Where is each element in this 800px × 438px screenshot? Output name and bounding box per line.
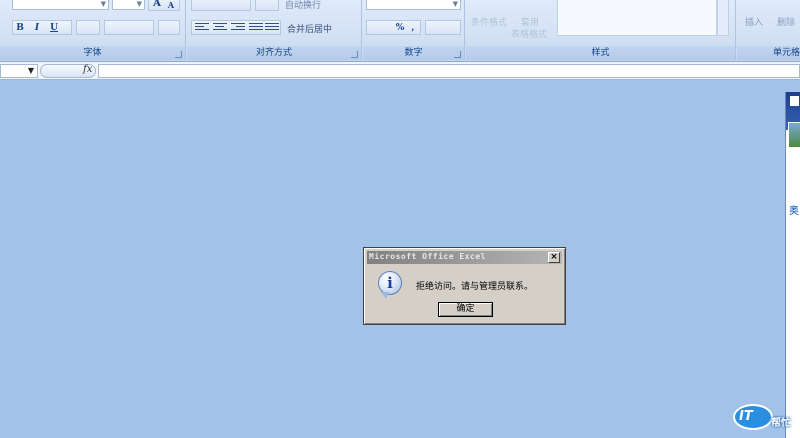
ok-button[interactable]: 确定: [438, 302, 493, 317]
cells-group-label: 单元格: [737, 46, 800, 60]
insert-button[interactable]: 插入: [745, 15, 763, 28]
font-dialog-launcher[interactable]: [175, 51, 182, 58]
close-button[interactable]: ×: [548, 252, 560, 263]
side-panel-text[interactable]: 奥: [789, 202, 799, 217]
formula-bar: ▼ fx: [0, 62, 800, 80]
font-group-label: 字体: [0, 46, 185, 60]
bold-button[interactable]: B: [13, 20, 27, 35]
chevron-down-icon: ▼: [136, 0, 142, 8]
align-right-icon[interactable]: [231, 23, 245, 34]
number-group-label: 数字: [363, 46, 464, 60]
align-left-icon[interactable]: [195, 23, 209, 34]
info-icon: i: [378, 271, 402, 299]
font-size-combo[interactable]: ▼: [112, 0, 145, 10]
ribbon: ▼ ▼ A A B I U 字体 自动换行 合并后居中 对齐方式 ▼ % , 数…: [0, 0, 800, 62]
number-dialog-launcher[interactable]: [454, 51, 461, 58]
gallery-scrollbar[interactable]: [717, 0, 729, 36]
alignment-group-label: 对齐方式: [187, 46, 361, 60]
format-table-button-line2[interactable]: 表格格式: [511, 27, 547, 40]
number-format-combo[interactable]: ▼: [366, 0, 461, 10]
italic-button[interactable]: I: [30, 20, 44, 35]
increase-indent-icon[interactable]: [265, 23, 279, 34]
grow-font-button[interactable]: A: [150, 0, 164, 11]
comma-button[interactable]: ,: [407, 20, 419, 35]
cells-group: 插入 删除 单元格: [737, 0, 800, 62]
dialog-titlebar[interactable]: Microsoft Office Excel ×: [367, 251, 562, 264]
delete-button[interactable]: 删除: [777, 15, 795, 28]
font-group: ▼ ▼ A A B I U 字体: [0, 0, 186, 62]
decimal-buttons[interactable]: [425, 20, 461, 35]
styles-group-label: 样式: [466, 46, 735, 60]
chevron-down-icon: ▼: [27, 66, 34, 75]
underline-button[interactable]: U: [47, 20, 61, 35]
side-panel-image: [788, 122, 800, 148]
percent-button[interactable]: %: [393, 20, 407, 35]
watermark-sub: 帮忙: [771, 418, 791, 429]
insert-function-button[interactable]: fx: [83, 64, 92, 75]
wrap-text-button[interactable]: 自动换行: [285, 0, 321, 11]
cell-styles-gallery[interactable]: [557, 0, 717, 36]
merge-center-button[interactable]: 合并后居中: [287, 22, 332, 35]
chevron-down-icon: ▼: [100, 0, 106, 8]
formula-input[interactable]: [98, 64, 800, 78]
conditional-format-button[interactable]: 条件格式: [471, 15, 507, 28]
watermark-logo: IT 帮忙: [733, 400, 797, 434]
fill-font-color-buttons[interactable]: [104, 20, 154, 35]
side-panel: 奥: [785, 92, 800, 438]
logo-icon: [790, 96, 799, 106]
vertical-align-buttons[interactable]: [191, 0, 251, 11]
number-group: ▼ % , 数字: [363, 0, 465, 62]
shrink-font-button[interactable]: A: [165, 0, 177, 12]
name-box[interactable]: ▼: [0, 64, 38, 78]
decrease-indent-icon[interactable]: [249, 23, 263, 34]
alignment-group: 自动换行 合并后居中 对齐方式: [187, 0, 362, 62]
dialog-title: Microsoft Office Excel: [369, 252, 486, 261]
alignment-dialog-launcher[interactable]: [351, 51, 358, 58]
font-name-combo[interactable]: ▼: [12, 0, 109, 10]
border-button[interactable]: [76, 20, 100, 35]
orientation-button[interactable]: [255, 0, 279, 11]
dialog-message: 拒绝访问。请与管理员联系。: [416, 282, 534, 292]
watermark-main: IT: [739, 409, 753, 424]
phonetic-button[interactable]: [158, 20, 180, 35]
message-dialog: Microsoft Office Excel × i 拒绝访问。请与管理员联系。…: [363, 247, 566, 325]
chevron-down-icon: ▼: [452, 0, 458, 8]
align-center-icon[interactable]: [213, 23, 227, 34]
